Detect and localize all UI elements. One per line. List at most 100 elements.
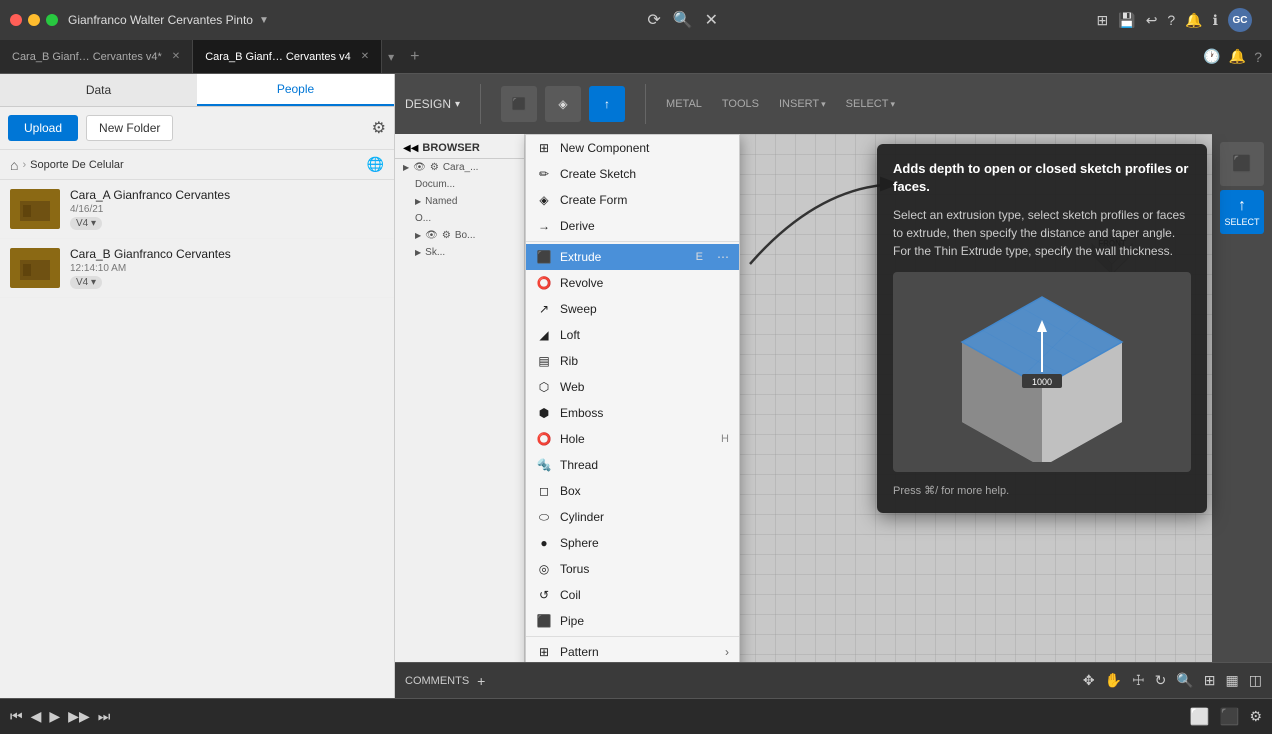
tab-add-button[interactable]: + [400,48,429,66]
zoom-icon[interactable]: 🔍 [1176,672,1193,689]
nav-prev[interactable]: ◀ [31,708,42,725]
file-item-1[interactable]: Cara_A Gianfranco Cervantes 4/16/21 V4 ▾ [0,180,394,239]
divider-2 [645,84,646,124]
browser-item-3[interactable]: O... [395,210,524,227]
tab-data[interactable]: Data [0,74,197,106]
close-icon[interactable]: ✕ [705,10,718,30]
file-version-1[interactable]: V4 ▾ [70,217,102,230]
menu-item-emboss[interactable]: ⬢ Emboss [526,400,739,426]
browser-panel: ◀◀ BROWSER ▶ 👁 ⚙ Cara_... Docum... ▶ Nam… [395,134,525,662]
menu-item-rib[interactable]: ▤ Rib [526,348,739,374]
menu-item-revolve[interactable]: ⭕ Revolve [526,270,739,296]
rt-btn-1[interactable]: ⬛ [1220,142,1264,186]
notification-icon[interactable]: 🔔 [1185,12,1202,29]
nav-next[interactable]: ▶▶ [68,708,90,725]
menu-item-coil[interactable]: ↺ Coil [526,582,739,608]
home-icon[interactable]: ⌂ [10,157,18,173]
user-name: Gianfranco Walter Cervantes Pinto [68,13,253,27]
nav-settings-icon[interactable]: ⚙ [1249,708,1262,725]
sphere-icon: ● [536,535,552,551]
revolve-icon: ⭕ [536,275,552,291]
menu-item-cylinder[interactable]: ⬭ Cylinder [526,504,739,530]
add-comment-icon[interactable]: + [477,673,485,689]
pan-icon[interactable]: ☩ [1132,672,1145,689]
nav-last[interactable]: ⏭ [98,708,111,725]
menu-item-sphere[interactable]: ● Sphere [526,530,739,556]
toolbar-icon-1[interactable]: ⬛ [501,86,537,122]
menu-item-sweep[interactable]: ↗ Sweep [526,296,739,322]
menu-item-thread[interactable]: 🔩 Thread [526,452,739,478]
tab-2-close[interactable]: ✕ [361,51,369,62]
alert-icon[interactable]: 🔔 [1229,48,1246,65]
menu-item-web[interactable]: ⬡ Web [526,374,739,400]
nav-first[interactable]: ⏮ [10,708,23,725]
settings-icon-1[interactable]: ⚙ [430,162,439,173]
menu-item-box[interactable]: ◻ Box [526,478,739,504]
menu-item-pattern[interactable]: ⊞ Pattern › [526,639,739,662]
grid-icon[interactable]: ⊞ [1204,672,1216,689]
browser-item-1[interactable]: ▶ 👁 ⚙ Cara_... [395,159,524,176]
globe-icon[interactable]: 🌐 [367,156,384,173]
menu-label-sweep: Sweep [560,302,729,316]
tab-people[interactable]: People [197,74,394,106]
save-icon[interactable]: 💾 [1118,12,1135,29]
nav-play[interactable]: ▶ [49,708,60,725]
close-button[interactable] [10,14,22,26]
select-group[interactable]: SELECT ▾ [846,98,895,110]
visibility-icon-4[interactable]: 👁 [425,230,438,241]
grab-icon[interactable]: ✋ [1105,672,1122,689]
svg-text:1000: 1000 [1032,377,1052,387]
tab-2[interactable]: Cara_B Gianf… Cervantes v4 ✕ [193,40,382,73]
browser-item-named[interactable]: ▶ Named [395,193,524,210]
maximize-button[interactable] [46,14,58,26]
new-folder-button[interactable]: New Folder [86,115,173,141]
help-tab-icon[interactable]: ? [1254,49,1262,65]
undo-icon[interactable]: ↩ [1146,12,1158,29]
avatar[interactable]: GC [1228,8,1252,32]
settings-icon[interactable]: ℹ [1213,12,1218,29]
rt-btn-2[interactable]: ↑ SELECT [1220,190,1264,234]
visibility-icon-1[interactable]: 👁 [413,162,426,173]
menu-item-derive[interactable]: → Derive [526,213,739,239]
menu-item-torus[interactable]: ◎ Torus [526,556,739,582]
move-icon[interactable]: ✥ [1083,672,1095,689]
file-version-2[interactable]: V4 ▾ [70,276,102,289]
display-icon[interactable]: ▦ [1226,672,1239,689]
tab-dropdown[interactable]: ▾ [382,50,400,64]
tab-1-close[interactable]: ✕ [172,51,180,62]
tab-1[interactable]: Cara_B Gianf… Cervantes v4* ✕ [0,40,193,73]
minimize-button[interactable] [28,14,40,26]
user-info[interactable]: Gianfranco Walter Cervantes Pinto ▼ [68,13,269,27]
upload-button[interactable]: Upload [8,115,78,141]
loft-icon: ◢ [536,327,552,343]
menu-item-loft[interactable]: ◢ Loft [526,322,739,348]
toolbar-icon-2[interactable]: ◈ [545,86,581,122]
settings-icon-4[interactable]: ⚙ [442,230,451,241]
refresh-icon[interactable]: ⟳ [647,10,660,30]
design-menu[interactable]: DESIGN ▾ [405,97,460,111]
view-icon[interactable]: ◫ [1249,672,1262,689]
browser-item-2[interactable]: Docum... [395,176,524,193]
search-icon[interactable]: 🔍 [673,10,693,30]
record-icon[interactable]: ⬛ [1220,707,1240,727]
insert-group[interactable]: INSERT ▾ [779,98,826,110]
browser-item-5[interactable]: ▶ Sk... [395,244,524,261]
menu-item-create-sketch[interactable]: ✏ Create Sketch [526,161,739,187]
toolbar-icon-3[interactable]: ↑ [589,86,625,122]
apps-icon[interactable]: ⊞ [1097,12,1109,29]
browser-collapse-icon[interactable]: ◀◀ [403,143,418,154]
menu-item-hole[interactable]: ⭕ Hole H [526,426,739,452]
frame-icon[interactable]: ⬜ [1190,707,1210,727]
menu-item-pipe[interactable]: ⬛ Pipe [526,608,739,634]
file-item-2[interactable]: Cara_B Gianfranco Cervantes 12:14:10 AM … [0,239,394,298]
settings-button[interactable]: ⚙ [372,115,386,141]
menu-item-new-component[interactable]: ⊞ New Component [526,135,739,161]
orbit-icon[interactable]: ↻ [1155,672,1167,689]
menu-item-extrude[interactable]: ⬛ Extrude E ⋯ [526,244,739,270]
help-icon[interactable]: ? [1167,12,1175,28]
extrude-more-icon[interactable]: ⋯ [717,250,729,264]
browser-label-3: O... [415,213,431,224]
clock-icon[interactable]: 🕐 [1203,48,1220,65]
menu-item-create-form[interactable]: ◈ Create Form [526,187,739,213]
browser-item-4[interactable]: ▶ 👁 ⚙ Bo... [395,227,524,244]
